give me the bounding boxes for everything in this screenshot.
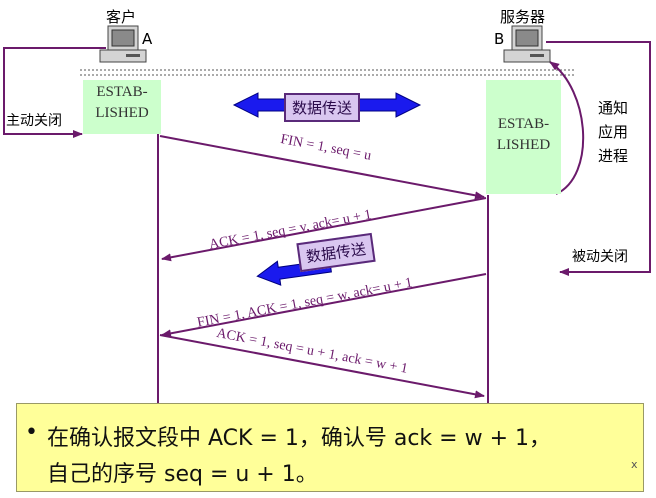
notify-app-label: 通知 应用 进程 [598, 99, 629, 165]
note-line-2: 自己的序号 seq = u + 1。 [47, 462, 318, 487]
client-title: 客户 [106, 8, 137, 26]
passive-close-label: 被动关闭 [572, 249, 628, 265]
note-corner-mark: x [631, 458, 638, 471]
client-letter: A [142, 30, 153, 48]
server-state-box: ESTAB- LISHED [486, 80, 561, 194]
server-letter: B [494, 30, 505, 48]
note-line-1: 在确认报文段中 ACK = 1，确认号 ack = w + 1， [47, 426, 552, 451]
server-computer-icon [503, 25, 551, 63]
note-bullet: • [25, 420, 38, 445]
explanation-note: • 在确认报文段中 ACK = 1，确认号 ack = w + 1， 自己的序号… [16, 403, 644, 492]
client-close-label: 主动关闭 [6, 113, 62, 129]
data-transfer-label-1: 数据传送 [284, 93, 361, 122]
message-arrow-4 [159, 334, 485, 399]
client-state-box: ESTAB- LISHED [83, 80, 161, 134]
server-title: 服务器 [500, 8, 546, 26]
tcp-connection-release-diagram: 客户 A 主动关闭 ESTAB- LISHED 服务器 B ESTAB- LIS… [0, 0, 656, 498]
client-computer-icon [99, 25, 147, 63]
